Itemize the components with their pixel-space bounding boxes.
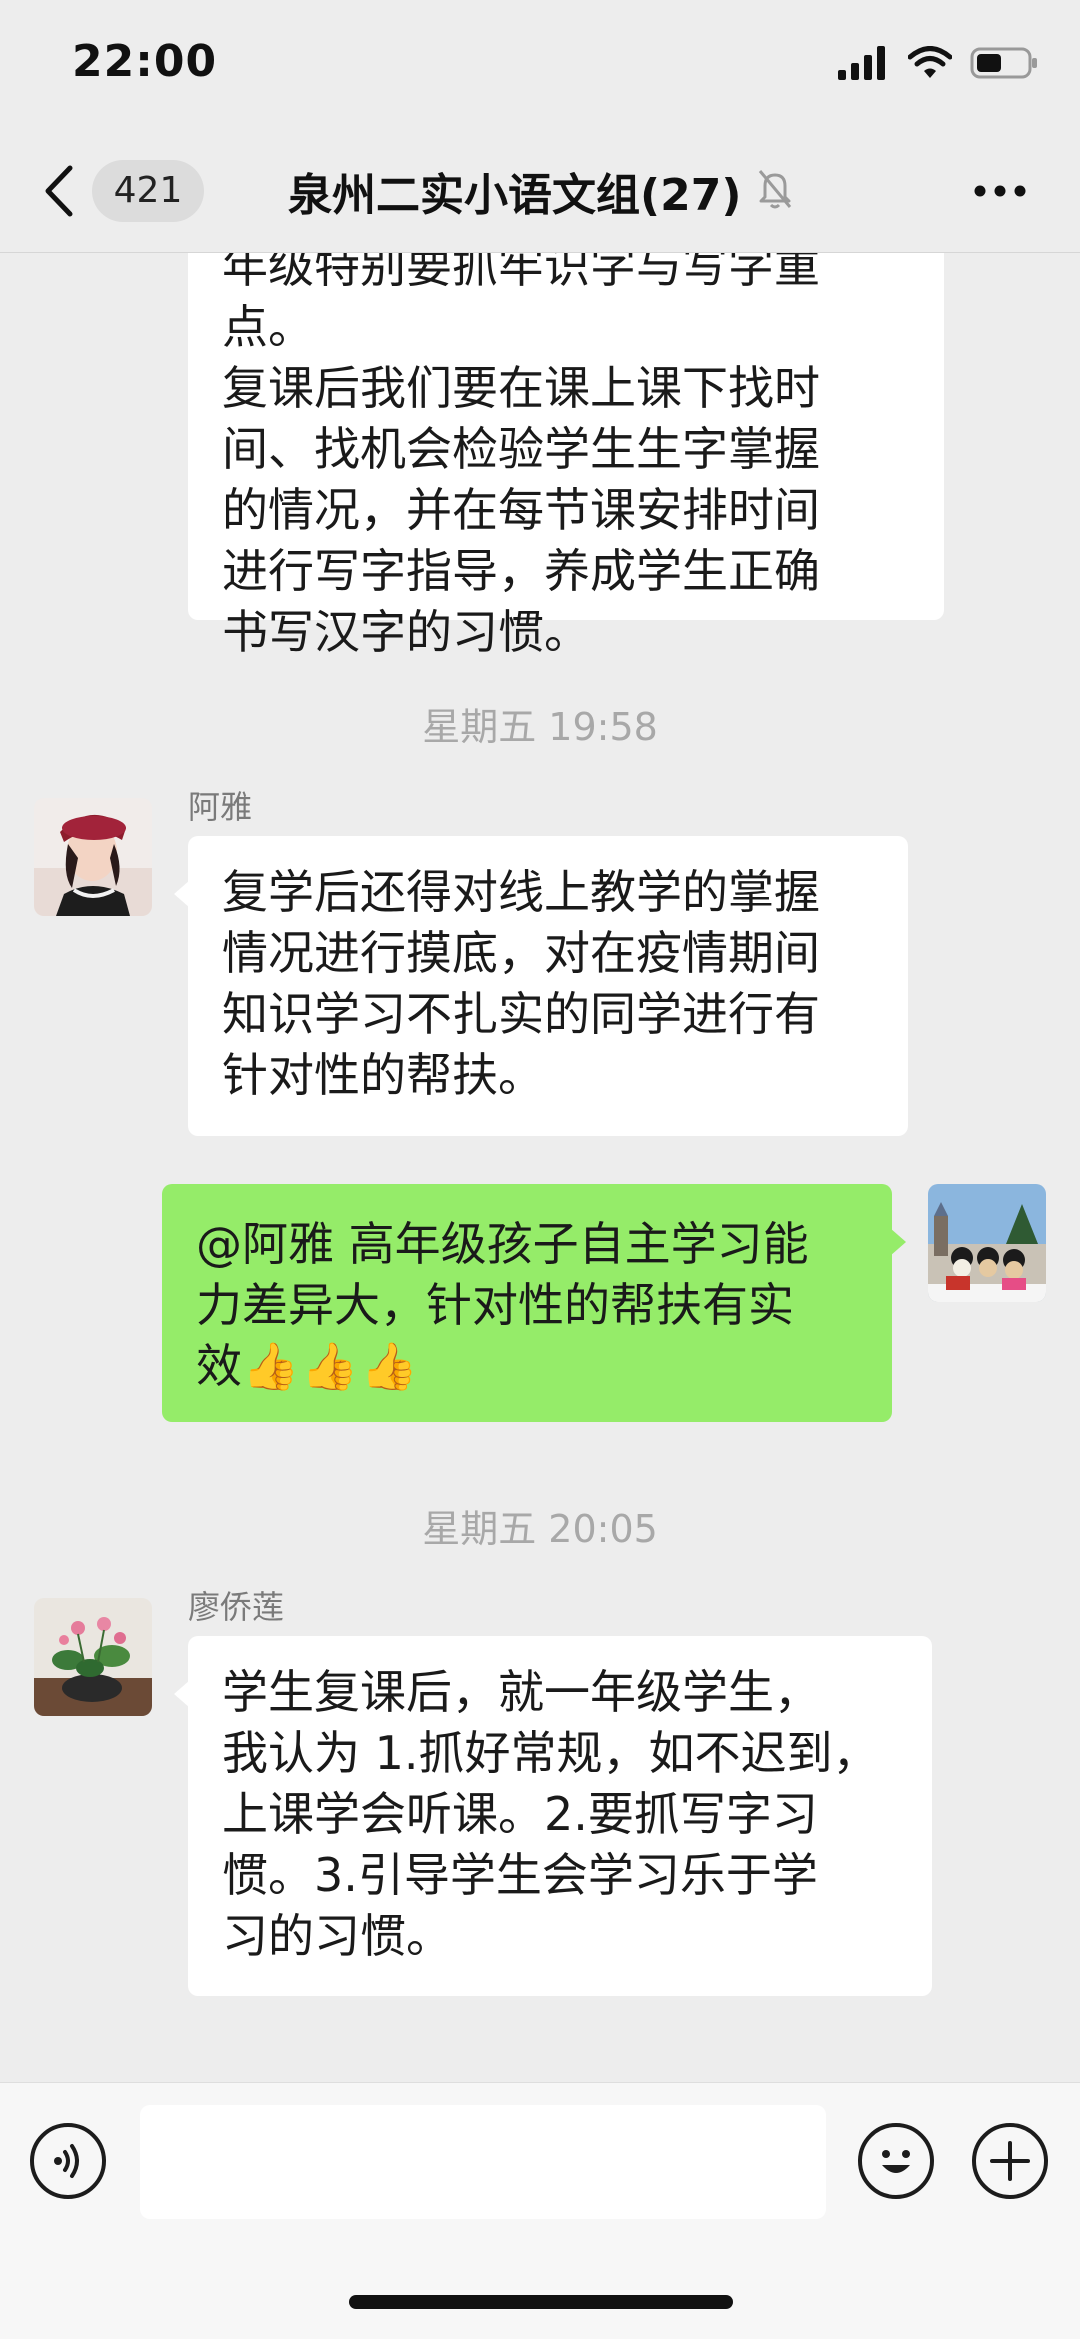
bubble-tail <box>174 880 190 908</box>
thumbs-up-icon: 👍👍👍 <box>242 1339 420 1393</box>
chat-screen: 22:00 421 泉州二实小语文组(27) 年级特别要抓牢识字与写字重点。 复… <box>0 0 1080 2339</box>
bubble-tail <box>890 1228 906 1256</box>
message-bubble[interactable]: 学生复课后，就一年级学生， 我认为 1.抓好常规，如不迟到， 上课学会听课。2.… <box>174 1636 932 1996</box>
bubble-tail <box>174 1680 190 1708</box>
message-input[interactable] <box>140 2105 826 2219</box>
avatar[interactable] <box>34 798 152 916</box>
status-time: 22:00 <box>72 36 218 87</box>
mute-bell-icon <box>755 167 795 215</box>
voice-icon[interactable] <box>30 2123 106 2199</box>
message-bubble[interactable]: 年级特别要抓牢识字与写字重点。 复课后我们要在课上课下找时 间、找机会检验学生生… <box>188 252 944 659</box>
message-text: @阿雅 高年级孩子自主学习能 力差异大，针对性的帮扶有实 效👍👍👍 <box>196 1214 858 1397</box>
back-arrow-icon[interactable] <box>40 164 80 218</box>
message-text: 年级特别要抓牢识字与写字重点。 复课后我们要在课上课下找时 间、找机会检验学生生… <box>222 252 820 659</box>
wifi-icon <box>907 46 953 84</box>
signal-icon <box>838 46 890 84</box>
emoji-icon[interactable] <box>858 2123 934 2199</box>
more-dots-icon[interactable] <box>972 182 1028 200</box>
chat-title-group[interactable]: 泉州二实小语文组(27) <box>288 160 795 222</box>
sender-name: 廖侨莲 <box>188 1588 285 1626</box>
message-bubble-self[interactable]: @阿雅 高年级孩子自主学习能 力差异大，针对性的帮扶有实 效👍👍👍 <box>162 1184 906 1422</box>
nav-bar: 421 泉州二实小语文组(27) <box>0 130 1080 253</box>
status-icons <box>838 46 1040 84</box>
avatar[interactable] <box>34 1598 152 1716</box>
battery-icon <box>970 46 1040 84</box>
status-bar: 22:00 <box>0 0 1080 130</box>
timestamp: 星期五 19:58 <box>422 705 658 749</box>
message-text: 复学后还得对线上教学的掌握 情况进行摸底，对在疫情期间 知识学习不扎实的同学进行… <box>222 865 820 1102</box>
message-bubble[interactable]: 复学后还得对线上教学的掌握 情况进行摸底，对在疫情期间 知识学习不扎实的同学进行… <box>174 836 908 1136</box>
plus-icon[interactable] <box>972 2123 1048 2199</box>
unread-count-badge[interactable]: 421 <box>92 160 204 222</box>
message-list[interactable]: 年级特别要抓牢识字与写字重点。 复课后我们要在课上课下找时 间、找机会检验学生生… <box>0 252 1080 2082</box>
message-text: 学生复课后，就一年级学生， 我认为 1.抓好常规，如不迟到， 上课学会听课。2.… <box>222 1665 879 1963</box>
chat-title: 泉州二实小语文组(27) <box>288 170 742 221</box>
avatar-self[interactable] <box>928 1184 1046 1302</box>
timestamp: 星期五 20:05 <box>422 1507 658 1551</box>
sender-name: 阿雅 <box>188 788 253 826</box>
home-indicator[interactable] <box>349 2295 733 2309</box>
